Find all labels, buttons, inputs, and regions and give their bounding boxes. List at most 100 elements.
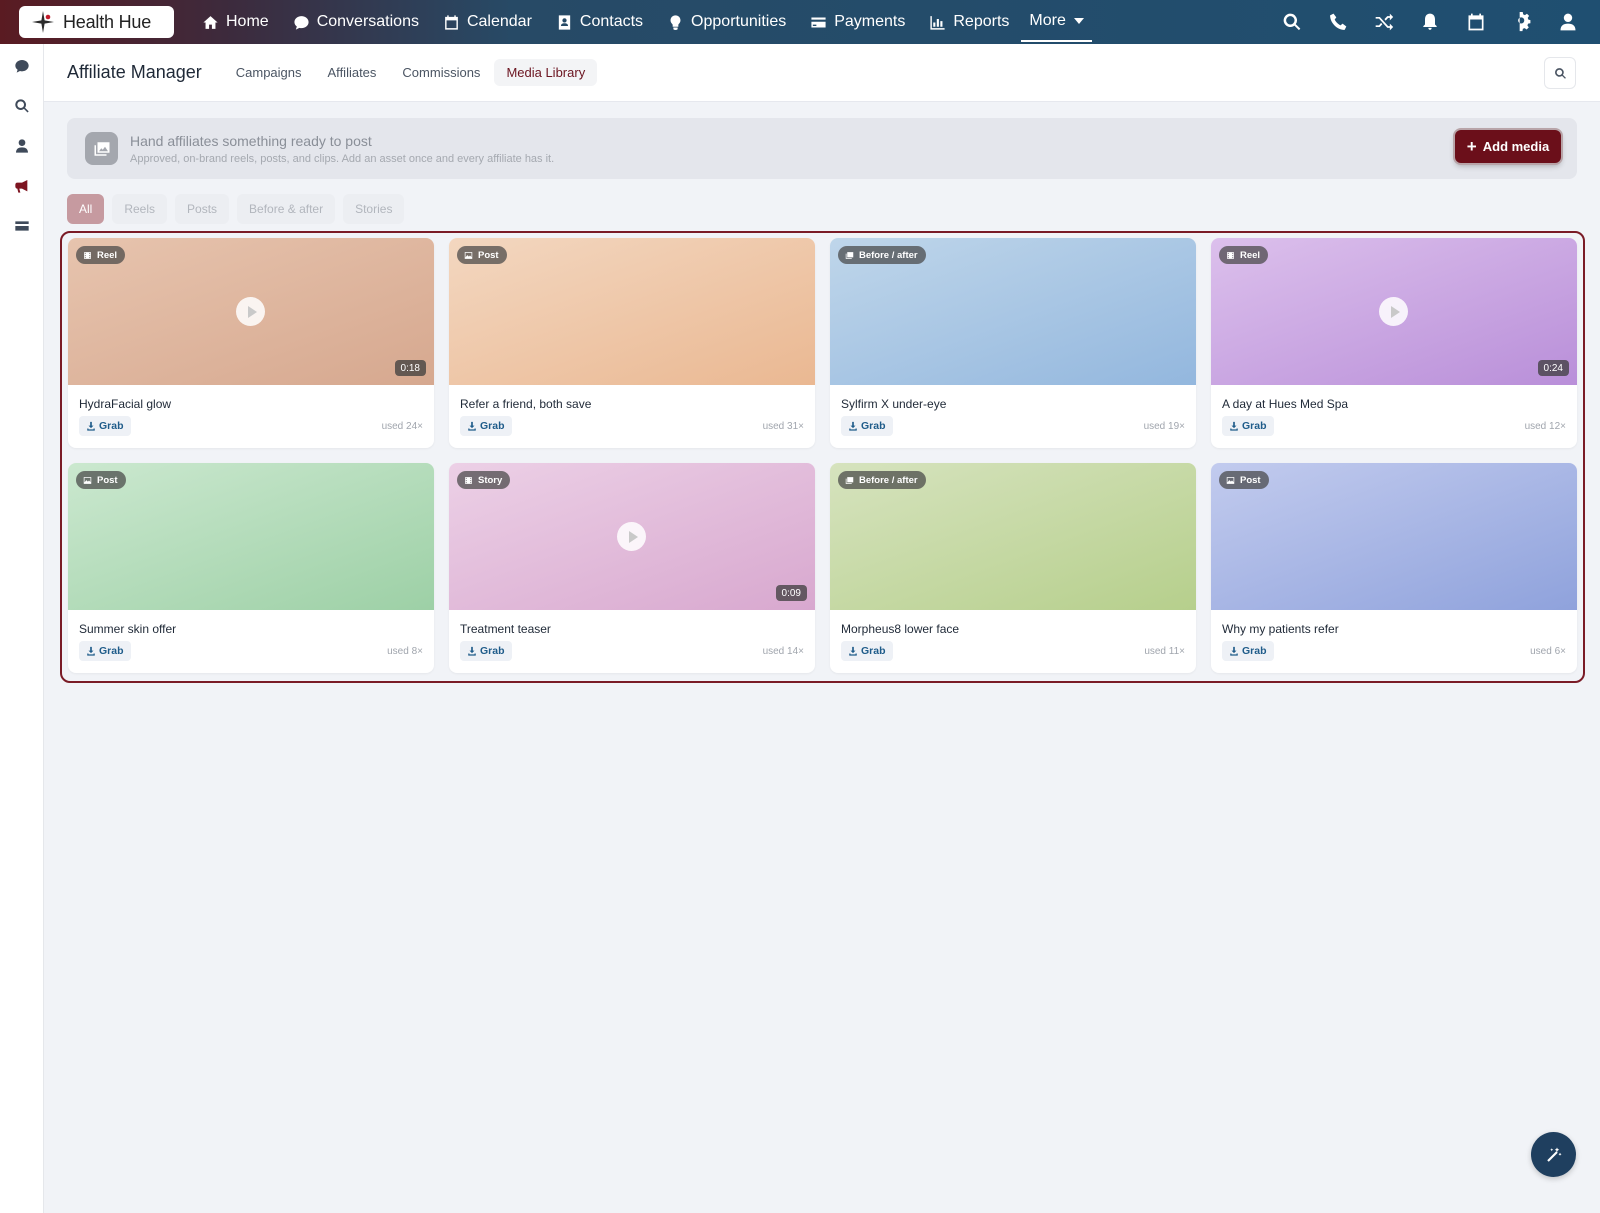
video-duration: 0:24 bbox=[1537, 360, 1569, 376]
nav-contacts[interactable]: Contacts bbox=[544, 0, 655, 44]
filter-stories[interactable]: Stories bbox=[343, 194, 405, 224]
grab-button[interactable]: Grab bbox=[79, 416, 131, 436]
nav-payments[interactable]: Payments bbox=[798, 0, 917, 44]
page-header: Affiliate Manager Campaigns Affiliates C… bbox=[44, 44, 1600, 102]
magic-wand-button[interactable] bbox=[1531, 1132, 1576, 1177]
nav-contacts-label: Contacts bbox=[579, 13, 644, 30]
filter-before-after[interactable]: Before & after bbox=[237, 194, 336, 224]
media-thumbnail[interactable]: Post bbox=[1211, 463, 1577, 610]
media-card-footer: Grab used 12× bbox=[1222, 416, 1566, 436]
brand-logo[interactable]: Health Hue bbox=[19, 6, 174, 38]
media-card-footer: Grab used 14× bbox=[460, 641, 804, 661]
grab-button[interactable]: Grab bbox=[841, 641, 893, 661]
grab-button[interactable]: Grab bbox=[841, 416, 893, 436]
media-title: HydraFacial glow bbox=[79, 397, 172, 411]
media-card[interactable]: Post Refer a friend, both save Grab used… bbox=[449, 238, 815, 448]
nav-conversations[interactable]: Conversations bbox=[281, 0, 431, 44]
nav-home[interactable]: Home bbox=[190, 0, 281, 44]
media-thumbnail[interactable]: Reel 0:18 bbox=[68, 238, 434, 385]
filter-reels[interactable]: Reels bbox=[112, 194, 168, 224]
filter-posts[interactable]: Posts bbox=[175, 194, 230, 224]
download-icon bbox=[87, 421, 95, 431]
phone-icon[interactable] bbox=[1328, 12, 1348, 32]
search-icon[interactable] bbox=[1282, 12, 1302, 32]
nav-reports[interactable]: Reports bbox=[917, 0, 1021, 44]
bell-icon[interactable] bbox=[1420, 12, 1440, 32]
tab-media-library[interactable]: Media Library bbox=[494, 59, 598, 86]
download-icon bbox=[849, 421, 857, 431]
media-card-footer: Grab used 6× bbox=[1222, 641, 1566, 661]
bar-chart-icon bbox=[930, 15, 945, 30]
media-card[interactable]: Reel 0:24 A day at Hues Med Spa Grab use… bbox=[1211, 238, 1577, 448]
play-icon[interactable] bbox=[1379, 297, 1408, 326]
usage-count: used 24× bbox=[381, 420, 423, 432]
rail-payments[interactable] bbox=[0, 206, 44, 246]
download-icon bbox=[1230, 421, 1238, 431]
media-thumbnail[interactable]: Post bbox=[449, 238, 815, 385]
chevron-down-icon bbox=[1073, 18, 1084, 24]
media-gallery-icon bbox=[85, 132, 118, 165]
media-title: A day at Hues Med Spa bbox=[1222, 397, 1349, 411]
gear-icon[interactable] bbox=[1512, 12, 1532, 32]
rail-contacts[interactable] bbox=[0, 126, 44, 166]
page-search-button[interactable] bbox=[1544, 57, 1576, 89]
info-banner: Hand affiliates something ready to post … bbox=[67, 118, 1577, 179]
grab-button[interactable]: Grab bbox=[460, 416, 512, 436]
grab-button[interactable]: Grab bbox=[79, 641, 131, 661]
play-icon[interactable] bbox=[617, 522, 646, 551]
brand-name: Health Hue bbox=[63, 11, 152, 32]
nav-more-label: More bbox=[1029, 12, 1066, 29]
search-icon bbox=[1554, 67, 1566, 79]
shuffle-icon[interactable] bbox=[1374, 12, 1394, 32]
media-type-label: Reel bbox=[97, 249, 118, 261]
media-thumbnail[interactable]: Reel 0:24 bbox=[1211, 238, 1577, 385]
grab-button[interactable]: Grab bbox=[1222, 416, 1274, 436]
nav-opportunities[interactable]: Opportunities bbox=[655, 0, 798, 44]
media-type-badge: Post bbox=[1219, 471, 1269, 489]
calendar-icon[interactable] bbox=[1466, 12, 1486, 32]
user-icon[interactable] bbox=[1558, 12, 1578, 32]
rail-affiliate-manager[interactable] bbox=[0, 166, 44, 206]
grab-button[interactable]: Grab bbox=[460, 641, 512, 661]
media-type-filters: All Reels Posts Before & after Stories bbox=[67, 194, 405, 224]
nav-calendar[interactable]: Calendar bbox=[431, 0, 544, 44]
nav-payments-label: Payments bbox=[834, 13, 906, 30]
page-title: Affiliate Manager bbox=[67, 62, 202, 82]
filter-all[interactable]: All bbox=[67, 194, 105, 224]
banner-title: Hand affiliates something ready to post bbox=[130, 132, 372, 149]
media-type-label: Post bbox=[478, 249, 499, 261]
media-card[interactable]: Before / after Sylfirm X under-eye Grab … bbox=[830, 238, 1196, 448]
nav-conversations-label: Conversations bbox=[316, 13, 419, 30]
media-card[interactable]: Post Summer skin offer Grab used 8× bbox=[68, 463, 434, 673]
add-media-button[interactable]: + Add media bbox=[1455, 130, 1561, 163]
grab-button[interactable]: Grab bbox=[1222, 641, 1274, 661]
media-card[interactable]: Story 0:09 Treatment teaser Grab used 14… bbox=[449, 463, 815, 673]
media-card-footer: Grab used 8× bbox=[79, 641, 423, 661]
media-thumbnail[interactable]: Post bbox=[68, 463, 434, 610]
media-thumbnail[interactable]: Before / after bbox=[830, 238, 1196, 385]
image-icon bbox=[83, 476, 92, 484]
play-icon[interactable] bbox=[236, 297, 265, 326]
banner-subtitle: Approved, on-brand reels, posts, and cli… bbox=[130, 152, 555, 165]
media-card[interactable]: Before / after Morpheus8 lower face Grab… bbox=[830, 463, 1196, 673]
image-icon bbox=[464, 251, 473, 259]
media-thumbnail[interactable]: Story 0:09 bbox=[449, 463, 815, 610]
nav-more-dropdown[interactable]: More bbox=[1021, 2, 1092, 42]
media-title: Treatment teaser bbox=[460, 622, 551, 636]
search-icon bbox=[15, 99, 29, 113]
rail-search[interactable] bbox=[0, 86, 44, 126]
grab-label: Grab bbox=[861, 645, 886, 657]
media-card[interactable]: Reel 0:18 HydraFacial glow Grab used 24× bbox=[68, 238, 434, 448]
media-title: Morpheus8 lower face bbox=[841, 622, 960, 636]
logo-mark-icon bbox=[32, 11, 54, 33]
tab-commissions[interactable]: Commissions bbox=[390, 59, 492, 86]
grab-label: Grab bbox=[1242, 645, 1267, 657]
tab-affiliates[interactable]: Affiliates bbox=[316, 59, 389, 86]
contact-card-icon bbox=[558, 14, 571, 30]
rail-conversations[interactable] bbox=[0, 46, 44, 86]
tab-campaigns[interactable]: Campaigns bbox=[224, 59, 314, 86]
nav-reports-label: Reports bbox=[953, 13, 1010, 30]
media-thumbnail[interactable]: Before / after bbox=[830, 463, 1196, 610]
media-card[interactable]: Post Why my patients refer Grab used 6× bbox=[1211, 463, 1577, 673]
user-icon bbox=[16, 139, 28, 153]
